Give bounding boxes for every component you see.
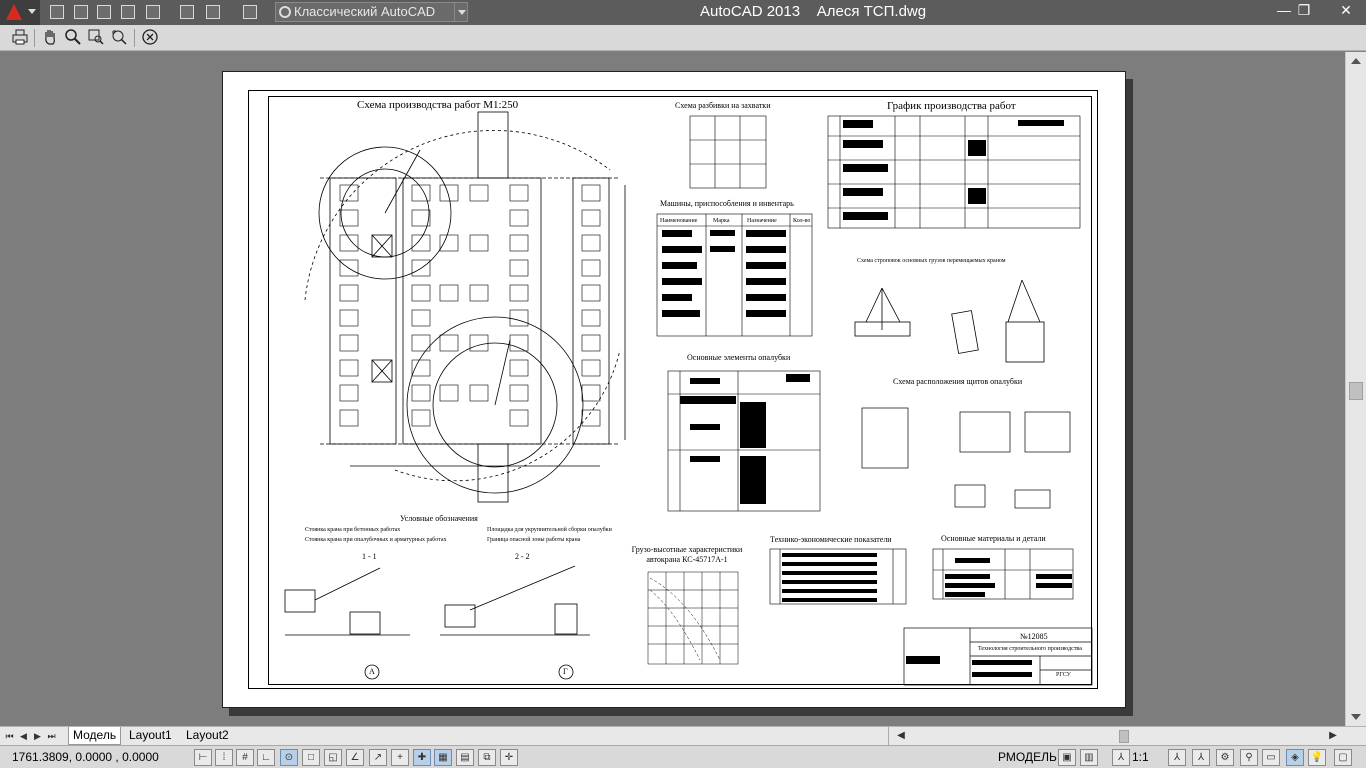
space-toggle[interactable]: РМОДЕЛЬ	[998, 750, 1057, 764]
economics-table	[769, 548, 907, 605]
grid-toggle[interactable]: #	[236, 749, 254, 766]
osnap-toggle[interactable]: □	[302, 749, 320, 766]
legend-item-assembly: Площадка для укрупнительной сборки опалу…	[487, 527, 612, 533]
coordinates-readout: 1761.3809, 0.0000 , 0.0000	[12, 750, 159, 764]
economics-title: Технико-экономические показатели	[770, 535, 892, 544]
machines-cells	[662, 230, 786, 317]
panel-scheme	[861, 407, 1071, 509]
legend-item-concrete: Стоянка крана при бетонных работах	[305, 527, 401, 533]
3d-osnap-toggle[interactable]: ◱	[324, 749, 342, 766]
next-tab-icon[interactable]: ▶	[32, 730, 43, 742]
tab-layout2[interactable]: Layout2	[182, 727, 233, 745]
stamp-subject: Технология строительного производства	[978, 646, 1082, 652]
section-2-label: 2 - 2	[515, 552, 530, 561]
legend-item-formwork: Стоянка крана при опалубочных и арматурн…	[305, 537, 447, 543]
first-tab-icon[interactable]: ⏮	[4, 730, 15, 742]
clean-screen-icon[interactable]: ▢	[1334, 749, 1352, 766]
quick-view-drawings-button[interactable]: ▥	[1080, 749, 1098, 766]
axis-g-label: Г	[563, 667, 568, 676]
legend-title: Условные обозначения	[400, 514, 478, 523]
economics-cells	[782, 553, 877, 602]
schedule-bars	[843, 120, 1064, 220]
workspace-switching-icon[interactable]: ⚙	[1216, 749, 1234, 766]
crane-chart	[647, 571, 739, 665]
selection-cycling-toggle[interactable]: ⧉	[478, 749, 496, 766]
machines-header-purpose: Назначение	[747, 218, 777, 224]
materials-title: Основные материалы и детали	[941, 534, 1046, 543]
hardware-acceleration-icon[interactable]: ▭	[1262, 749, 1280, 766]
quick-view-layouts-button[interactable]: ▣	[1058, 749, 1076, 766]
lock-icon[interactable]: ⚲	[1240, 749, 1258, 766]
otrack-toggle[interactable]: ∠	[346, 749, 364, 766]
panel-scheme-title: Схема расположения щитов опалубки	[893, 377, 1023, 386]
auto-scale-icon[interactable]: ⅄	[1192, 749, 1210, 766]
capture-scheme-title: Схема разбивки на захватки	[675, 101, 771, 110]
machines-title: Машины, приспособления и инвентарь	[660, 199, 794, 208]
formwork-cells	[680, 374, 810, 504]
title-block-cells	[906, 656, 1032, 677]
capture-scheme	[689, 115, 767, 189]
drawing-graphics	[284, 111, 1093, 686]
materials-cells	[945, 558, 1072, 597]
machines-header-brand: Марка	[713, 218, 730, 224]
stamp-org: РГСУ	[1056, 672, 1071, 678]
machines-header-name: Наименование	[660, 218, 698, 224]
lineweight-toggle[interactable]: ✚	[413, 749, 431, 766]
quick-properties-toggle[interactable]: ▤	[456, 749, 474, 766]
prev-tab-icon[interactable]: ◀	[18, 730, 29, 742]
annotation-visibility-icon[interactable]: ⅄	[1168, 749, 1186, 766]
hscroll-thumb[interactable]	[1119, 730, 1129, 743]
scroll-right-icon[interactable]: ▶	[1327, 730, 1339, 742]
dyn-toggle[interactable]: +	[391, 749, 409, 766]
slinging-title: Схема строповок основных грузов перемеща…	[857, 258, 1006, 264]
last-tab-icon[interactable]: ⏭	[46, 730, 57, 742]
machines-header-qty: Кол-во	[793, 218, 811, 224]
stamp-code: №12085	[1020, 632, 1048, 641]
tab-layout1[interactable]: Layout1	[125, 727, 176, 745]
formwork-title: Основные элементы опалубки	[687, 353, 791, 362]
infer-constraints-toggle[interactable]: ⊢	[194, 749, 212, 766]
site-plan-grid	[339, 184, 601, 427]
site-plan	[304, 111, 626, 503]
horizontal-scrollbar[interactable]: ◀ ▶	[888, 726, 1345, 745]
status-bar: 1761.3809, 0.0000 , 0.0000 ⊢ ⁞ # ∟ ⊙ □ ◱…	[0, 745, 1366, 768]
ortho-toggle[interactable]: ∟	[257, 749, 275, 766]
annotation-scale-icon[interactable]: ⅄	[1112, 749, 1130, 766]
isolate-objects-icon[interactable]: ◈	[1286, 749, 1304, 766]
ducs-toggle[interactable]: ↗	[369, 749, 387, 766]
polar-toggle[interactable]: ⊙	[280, 749, 298, 766]
crane-chart-title: Грузо-высотные характеристики автокрана …	[631, 545, 743, 564]
transparency-toggle[interactable]: ▦	[434, 749, 452, 766]
annotation-scale[interactable]: 1:1	[1132, 750, 1149, 764]
slinging-diagrams	[854, 279, 1045, 363]
axis-a-label: А	[369, 667, 375, 676]
section-drawings	[284, 565, 590, 680]
snap-toggle[interactable]: ⁞	[215, 749, 233, 766]
scroll-left-icon[interactable]: ◀	[895, 730, 907, 742]
schedule-title: График производства работ	[887, 100, 1016, 112]
annotation-monitor-toggle[interactable]: ✛	[500, 749, 518, 766]
tab-model[interactable]: Модель	[68, 727, 122, 745]
section-1-label: 1 - 1	[362, 552, 377, 561]
main-plan-title: Схема производства работ М1:250	[357, 99, 519, 111]
legend-item-danger-zone: Граница опасной зоны работы крана	[487, 537, 581, 543]
lightbulb-icon[interactable]: 💡	[1308, 749, 1326, 766]
